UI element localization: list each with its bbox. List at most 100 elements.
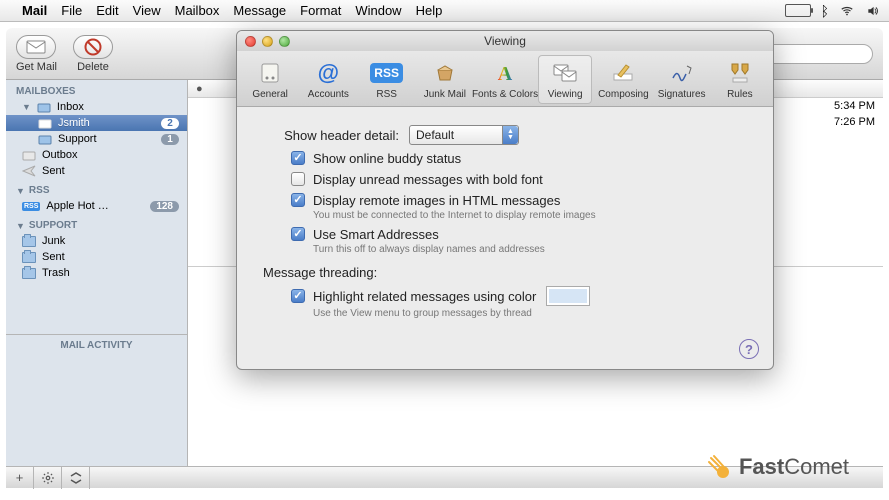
- tab-rules[interactable]: Rules: [713, 55, 767, 104]
- status-column-icon[interactable]: ●: [196, 83, 216, 95]
- sidebar: MAILBOXES ▼ Inbox Jsmith 2 Support 1: [6, 80, 188, 466]
- bluetooth-icon[interactable]: ᛒ: [821, 3, 829, 19]
- support-header[interactable]: ▼SUPPORT: [6, 214, 187, 233]
- menu-extras: ᛒ: [785, 3, 881, 19]
- buddy-status-label: Show online buddy status: [313, 151, 461, 166]
- unread-badge: 2: [161, 118, 179, 129]
- get-mail-group: Get Mail: [16, 35, 57, 73]
- message-time: 5:34 PM: [834, 100, 875, 112]
- help-button[interactable]: ?: [739, 339, 759, 359]
- smart-addresses-checkbox[interactable]: [291, 227, 305, 241]
- pref-toolbar: General @ Accounts RSS RSS Junk Mail A F…: [237, 51, 773, 107]
- menu-file[interactable]: File: [61, 3, 82, 18]
- tab-general[interactable]: General: [243, 55, 297, 104]
- threading-title: Message threading:: [263, 265, 751, 280]
- remote-images-hint: You must be connected to the Internet to…: [313, 210, 751, 221]
- header-detail-select[interactable]: Default ▲▼: [409, 125, 519, 145]
- tab-junk-mail[interactable]: Junk Mail: [418, 55, 472, 104]
- tab-signatures[interactable]: Signatures: [655, 55, 709, 104]
- header-detail-value: Default: [416, 128, 454, 142]
- header-detail-label: Show header detail:: [259, 128, 409, 143]
- menu-format[interactable]: Format: [300, 3, 341, 18]
- delete-button[interactable]: [73, 35, 113, 59]
- expand-button[interactable]: [62, 467, 90, 489]
- menu-window[interactable]: Window: [355, 3, 401, 18]
- tab-composing[interactable]: Composing: [596, 55, 650, 104]
- smart-addresses-label: Use Smart Addresses: [313, 227, 439, 242]
- outbox-icon: [22, 149, 36, 161]
- tab-viewing[interactable]: Viewing: [538, 55, 592, 104]
- menu-bar: Mail File Edit View Mailbox Message Form…: [0, 0, 889, 22]
- menu-mailbox[interactable]: Mailbox: [175, 3, 220, 18]
- svg-text:A: A: [498, 63, 513, 85]
- disclosure-icon[interactable]: ▼: [22, 102, 31, 112]
- select-arrows-icon: ▲▼: [502, 126, 518, 144]
- menu-edit[interactable]: Edit: [96, 3, 118, 18]
- mailbox-icon: [38, 117, 52, 129]
- buddy-status-checkbox[interactable]: [291, 151, 305, 165]
- unread-badge: 1: [161, 134, 179, 145]
- app-menu[interactable]: Mail: [22, 3, 47, 18]
- sidebar-sent[interactable]: Sent: [6, 163, 187, 179]
- remote-images-checkbox[interactable]: [291, 193, 305, 207]
- preferences-window: Viewing General @ Accounts RSS RSS Junk …: [236, 30, 774, 370]
- sidebar-sent-folder[interactable]: Sent: [6, 249, 187, 265]
- delete-group: Delete: [73, 35, 113, 73]
- battery-icon[interactable]: [785, 4, 811, 17]
- highlight-color-well[interactable]: [546, 286, 590, 306]
- sidebar-trash[interactable]: Trash: [6, 265, 187, 281]
- rss-icon: RSS: [22, 202, 40, 211]
- action-button[interactable]: [34, 467, 62, 489]
- get-mail-button[interactable]: [16, 35, 56, 59]
- mail-activity-body: [6, 356, 187, 466]
- menu-help[interactable]: Help: [416, 3, 443, 18]
- fonts-icon: A: [491, 59, 519, 87]
- fastcomet-watermark: FastComet: [705, 454, 849, 480]
- inbox-icon: [37, 101, 51, 113]
- sidebar-outbox[interactable]: Outbox: [6, 147, 187, 163]
- folder-icon: [22, 252, 36, 263]
- sidebar-apple-hot[interactable]: RSS Apple Hot … 128: [6, 198, 187, 214]
- mailbox-icon: [38, 133, 52, 145]
- rules-icon: [726, 59, 754, 87]
- tab-fonts-colors[interactable]: A Fonts & Colors: [476, 55, 534, 104]
- pref-titlebar[interactable]: Viewing: [237, 31, 773, 51]
- gear-icon: [41, 471, 55, 485]
- smart-addresses-hint: Turn this off to always display names an…: [313, 244, 751, 255]
- at-sign-icon: @: [314, 59, 342, 87]
- bold-unread-label: Display unread messages with bold font: [313, 172, 543, 187]
- rss-header[interactable]: ▼RSS: [6, 179, 187, 198]
- comet-icon: [705, 454, 731, 480]
- wifi-icon[interactable]: [839, 4, 855, 18]
- viewing-icon: [551, 59, 579, 87]
- mail-activity-header[interactable]: MAIL ACTIVITY: [6, 334, 187, 356]
- sidebar-inbox[interactable]: ▼ Inbox: [6, 99, 187, 115]
- menu-message[interactable]: Message: [233, 3, 286, 18]
- pref-title: Viewing: [237, 34, 773, 48]
- sidebar-support[interactable]: Support 1: [6, 131, 187, 147]
- remote-images-label: Display remote images in HTML messages: [313, 193, 560, 208]
- get-mail-label: Get Mail: [16, 61, 57, 73]
- sidebar-junk[interactable]: Junk: [6, 233, 187, 249]
- sidebar-jsmith[interactable]: Jsmith 2: [6, 115, 187, 131]
- envelope-icon: [26, 40, 46, 54]
- highlight-checkbox[interactable]: [291, 289, 305, 303]
- delete-label: Delete: [77, 61, 109, 73]
- unread-badge: 128: [150, 201, 179, 212]
- sent-icon: [22, 165, 36, 177]
- bold-unread-checkbox[interactable]: [291, 172, 305, 186]
- menu-view[interactable]: View: [133, 3, 161, 18]
- tab-rss[interactable]: RSS RSS: [360, 55, 414, 104]
- folder-icon: [22, 268, 36, 279]
- junk-icon: [431, 59, 459, 87]
- volume-icon[interactable]: [865, 4, 881, 18]
- mailboxes-header[interactable]: MAILBOXES: [6, 80, 187, 99]
- highlight-hint: Use the View menu to group messages by t…: [313, 308, 751, 319]
- switch-icon: [256, 59, 284, 87]
- expand-icon: [70, 472, 82, 484]
- signatures-icon: [668, 59, 696, 87]
- tab-accounts[interactable]: @ Accounts: [301, 55, 355, 104]
- composing-icon: [609, 59, 637, 87]
- highlight-label: Highlight related messages using color: [313, 289, 536, 304]
- add-button[interactable]: +: [6, 467, 34, 489]
